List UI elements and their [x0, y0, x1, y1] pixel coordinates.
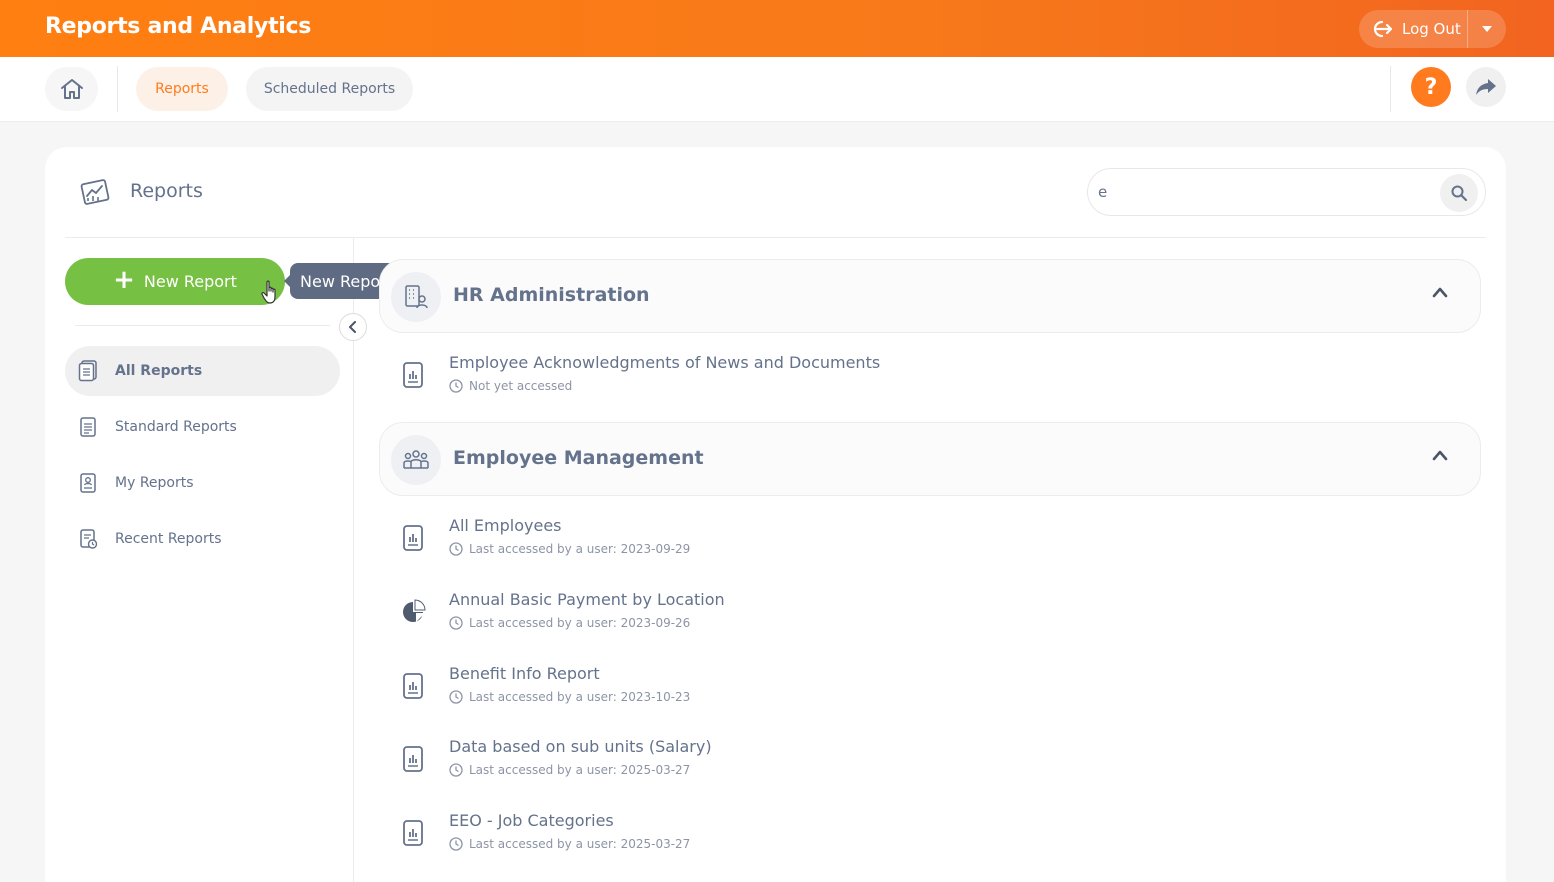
report-meta-text: Last accessed by a user: 2023-10-23: [469, 690, 691, 704]
report-meta: Last accessed by a user: 2025-03-27: [449, 763, 690, 777]
all-reports-icon: [78, 360, 97, 382]
reports-analytics-icon: [80, 179, 110, 205]
tab-reports[interactable]: Reports: [136, 67, 228, 111]
chevron-left-icon: [349, 321, 356, 333]
report-name: EEO - Job Categories: [449, 811, 614, 830]
sidebar-item-all-reports[interactable]: All Reports: [65, 346, 340, 396]
caret-down-icon: [1482, 26, 1492, 32]
group-title: Employee Management: [453, 447, 704, 469]
report-doc-icon: [403, 362, 423, 388]
sidebar-item-label: Standard Reports: [115, 419, 237, 435]
search-button[interactable]: [1440, 174, 1478, 212]
report-doc-icon: [403, 820, 423, 846]
my-reports-icon: [80, 473, 96, 493]
header-divider: [65, 237, 1486, 238]
clock-icon: [449, 542, 463, 556]
report-meta: Last accessed by a user: 2023-10-23: [449, 690, 690, 704]
nav-separator-right: [1390, 66, 1391, 112]
tab-scheduled-reports[interactable]: Scheduled Reports: [246, 67, 413, 111]
report-meta: Not yet accessed: [449, 379, 572, 393]
report-doc-icon: [403, 525, 423, 551]
report-meta-text: Last accessed by a user: 2025-03-27: [469, 837, 691, 851]
chevron-up-icon[interactable]: [1432, 286, 1448, 298]
sidebar-item-label: Recent Reports: [115, 531, 222, 547]
logout-icon: [1373, 20, 1393, 38]
reports-card: Reports + New Report New Report All Repo…: [45, 147, 1506, 882]
report-name: All Employees: [449, 516, 562, 535]
report-item[interactable]: Employee Acknowledgments of News and Doc…: [399, 351, 1459, 411]
sidebar-item-label: All Reports: [115, 363, 203, 379]
clock-icon: [449, 379, 463, 393]
report-meta: Last accessed by a user: 2023-09-29: [449, 542, 690, 556]
app-title: Reports and Analytics: [45, 14, 312, 39]
report-item[interactable]: Benefit Info Report Last accessed by a u…: [399, 662, 1459, 722]
report-name: Data based on sub units (Salary): [449, 737, 712, 756]
sidebar-item-label: My Reports: [115, 475, 194, 491]
report-item[interactable]: All Employees Last accessed by a user: 2…: [399, 514, 1459, 574]
group-title: HR Administration: [453, 284, 650, 306]
nav-bar: Reports Scheduled Reports ?: [0, 57, 1554, 122]
new-report-button[interactable]: + New Report: [65, 258, 285, 305]
sidebar-item-my-reports[interactable]: My Reports: [65, 458, 340, 508]
hr-building-icon: [405, 285, 428, 309]
group-icon-wrap: [391, 435, 441, 485]
report-name: Employee Acknowledgments of News and Doc…: [449, 353, 881, 372]
panel-title: Reports: [130, 180, 203, 202]
clock-icon: [449, 690, 463, 704]
sidebar-divider-horizontal: [75, 325, 330, 326]
nav-separator: [117, 66, 118, 112]
logout-group: Log Out: [1359, 10, 1506, 48]
new-report-label: New Report: [143, 272, 237, 291]
report-item[interactable]: Annual Basic Payment by Location Last ac…: [399, 588, 1459, 648]
standard-reports-icon: [80, 417, 96, 437]
report-meta: Last accessed by a user: 2025-03-27: [449, 837, 690, 851]
report-meta-text: Last accessed by a user: 2023-09-26: [469, 616, 691, 630]
sidebar-item-recent-reports[interactable]: Recent Reports: [65, 514, 340, 564]
collapse-sidebar-button[interactable]: [339, 313, 367, 341]
group-employee-management[interactable]: Employee Management: [379, 422, 1481, 496]
report-meta-text: Last accessed by a user: 2023-09-29: [469, 542, 691, 556]
hand-cursor-icon: [261, 280, 276, 304]
report-doc-icon: [403, 746, 423, 772]
clock-icon: [449, 763, 463, 777]
top-bar: Reports and Analytics Log Out: [0, 0, 1554, 57]
chevron-up-icon[interactable]: [1432, 449, 1448, 461]
logout-label: Log Out: [1402, 20, 1461, 38]
report-meta: Last accessed by a user: 2023-09-26: [449, 616, 690, 630]
sidebar-item-standard-reports[interactable]: Standard Reports: [65, 402, 340, 452]
report-item[interactable]: Data based on sub units (Salary) Last ac…: [399, 735, 1459, 795]
people-group-icon: [403, 450, 429, 469]
report-item[interactable]: EEO - Job Categories Last accessed by a …: [399, 809, 1459, 869]
clock-icon: [449, 616, 463, 630]
clock-icon: [449, 837, 463, 851]
home-icon: [60, 79, 83, 99]
report-meta-text: Last accessed by a user: 2025-03-27: [469, 763, 691, 777]
pie-chart-icon: [403, 599, 426, 622]
share-button[interactable]: [1466, 67, 1506, 107]
home-button[interactable]: [45, 67, 98, 111]
report-meta-text: Not yet accessed: [469, 379, 573, 393]
search-box: [1087, 168, 1486, 216]
report-name: Annual Basic Payment by Location: [449, 590, 725, 609]
recent-reports-icon: [80, 529, 98, 549]
help-button[interactable]: ?: [1411, 67, 1451, 107]
plus-icon: +: [113, 265, 135, 295]
search-input[interactable]: [1098, 175, 1428, 209]
report-doc-icon: [403, 673, 423, 699]
logout-button[interactable]: Log Out: [1359, 10, 1467, 48]
share-arrow-icon: [1476, 79, 1496, 95]
group-icon-wrap: [391, 272, 441, 322]
logout-dropdown-button[interactable]: [1468, 10, 1506, 48]
group-hr-administration[interactable]: HR Administration: [379, 259, 1481, 333]
search-icon: [1451, 185, 1467, 201]
report-name: Benefit Info Report: [449, 664, 600, 683]
